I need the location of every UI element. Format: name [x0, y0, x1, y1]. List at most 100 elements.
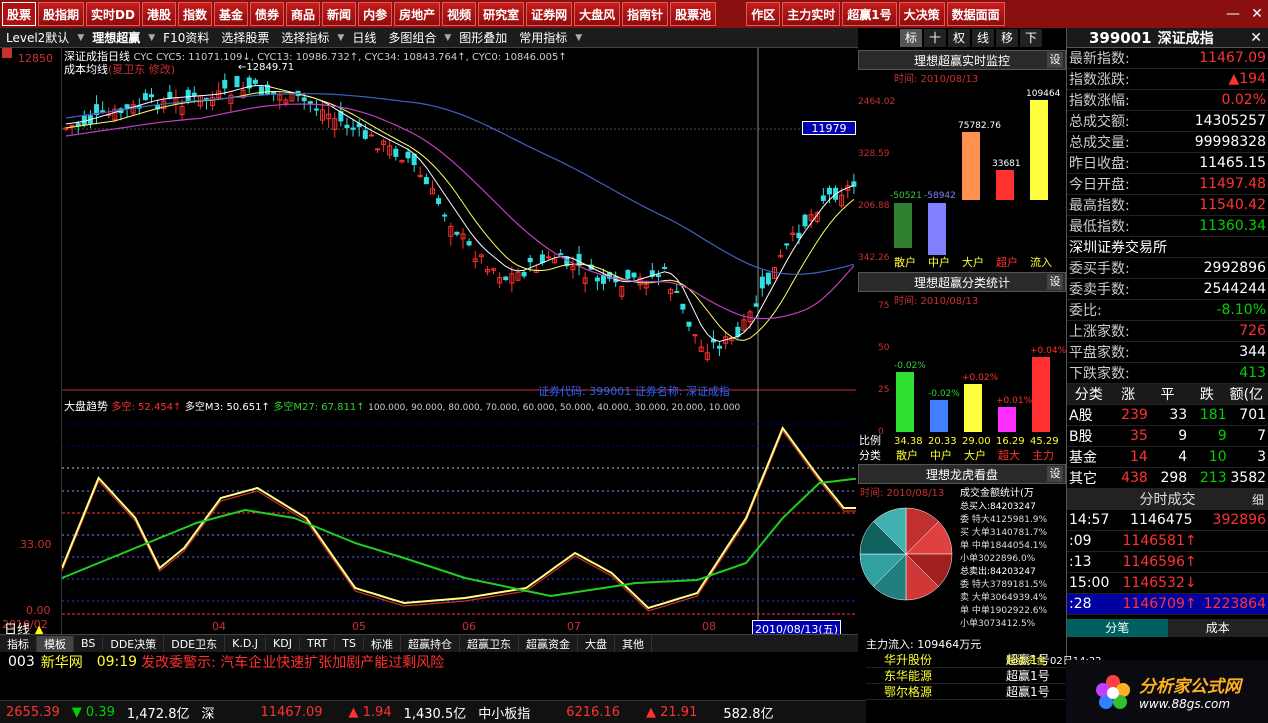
candle-body	[271, 91, 277, 95]
topbar-item-15[interactable]: 指南针	[622, 2, 669, 26]
right-tab-5[interactable]: 下	[1020, 29, 1042, 47]
quote-value: 726	[1239, 323, 1266, 339]
topbar-item-14[interactable]: 大盘风	[574, 2, 621, 26]
right-tab-2[interactable]: 权	[948, 29, 970, 47]
news-ticker[interactable]: 003 新华网 09:19 发改委警示: 汽车企业快速扩张加剧产能过剩风险	[0, 652, 866, 672]
toolbar-item-8[interactable]: 常用指标	[513, 29, 573, 46]
sme-change: ▲ 21.91	[646, 704, 698, 720]
monitor-value-2: 75782.76	[958, 121, 1001, 131]
main-chart[interactable]: 04 05 06 07 08	[62, 48, 858, 634]
candle-body	[759, 276, 765, 289]
classify-settings-button[interactable]: 设	[1047, 274, 1063, 290]
indicator-tab-12[interactable]: 超赢资金	[519, 635, 578, 652]
topbar-item-2[interactable]: 实时DD	[86, 2, 140, 26]
right-tab-0[interactable]: 标	[900, 29, 922, 47]
topbar-item-18[interactable]: 主力实时	[782, 2, 841, 26]
indicator-tab-8[interactable]: TS	[335, 637, 364, 650]
indicator-tab-9[interactable]: 标准	[364, 635, 401, 652]
classify-bar-0	[896, 372, 914, 432]
indicator-tab-5[interactable]: K.D.J	[225, 637, 267, 650]
indicator-tab-1[interactable]: 模板	[37, 635, 74, 652]
toolbar-item-4[interactable]: 选择指标	[275, 29, 335, 46]
topbar-item-17[interactable]: 作区	[746, 2, 781, 26]
quote-header: 399001 深证成指 ✕	[1067, 28, 1268, 48]
indicator-tab-10[interactable]: 超赢持仓	[401, 635, 460, 652]
indicator-tab-7[interactable]: TRT	[300, 637, 336, 650]
topbar-item-8[interactable]: 新闻	[322, 2, 357, 26]
ticks-detail-button[interactable]: 细	[1252, 491, 1264, 508]
news-headline[interactable]: 发改委警示: 汽车企业快速扩张加剧产能过剩风险	[137, 652, 444, 672]
topbar-item-11[interactable]: 视频	[442, 2, 477, 26]
table-cell: 其它	[1069, 471, 1097, 487]
dragon-row: 委 特大3789181.5%	[960, 580, 1048, 590]
indicator-tab-3[interactable]: DDE决策	[103, 635, 165, 652]
topbar-item-21[interactable]: 数据面面	[946, 2, 1005, 26]
indicator-tab-14[interactable]: 其他	[615, 635, 652, 652]
close-icon[interactable]: ✕	[1250, 30, 1262, 46]
classify-pct-4: +0.04%	[1030, 346, 1066, 356]
topbar-item-9[interactable]: 内参	[358, 2, 393, 26]
chevron-down-icon[interactable]: ▼	[146, 33, 157, 43]
toolbar-item-6[interactable]: 多图组合	[382, 29, 442, 46]
toolbar-item-5[interactable]: 日线	[346, 29, 382, 46]
toolbar-item-0[interactable]: Level2默认	[0, 29, 75, 46]
tick-price: 1146532↓	[1122, 575, 1197, 591]
toolbar-item-3[interactable]: 选择股票	[215, 29, 275, 46]
monitor-settings-button[interactable]: 设	[1047, 52, 1063, 68]
classify-left-2: 分类	[859, 448, 881, 462]
topbar-item-7[interactable]: 商品	[286, 2, 321, 26]
security-label: 证券代码: 399001 证券名称: 深证成指	[538, 385, 730, 398]
indicator-tab-2[interactable]: BS	[74, 637, 104, 650]
indicator-tab-4[interactable]: DDE卫东	[164, 635, 226, 652]
classify-chart: 7550250时间: 2010/08/13-0.02%34.38散户-0.02%…	[859, 294, 1066, 462]
candle-body	[442, 214, 448, 217]
indicator-tab-0[interactable]: 指标	[0, 635, 37, 652]
tick-row: :13 1146596↑	[1067, 552, 1268, 573]
tick-time: 14:57	[1069, 512, 1110, 528]
topbar-item-13[interactable]: 证券网	[526, 2, 573, 26]
chevron-down-icon[interactable]: ▼	[442, 33, 453, 43]
candle-body	[503, 276, 509, 281]
minimize-icon[interactable]: —	[1222, 3, 1244, 25]
chevron-down-icon[interactable]: ▼	[75, 33, 86, 43]
monitor-chart: 2464.02 328.59 206.88 342.26 时间: 2010/08/13 -…	[858, 72, 1061, 269]
topbar-item-20[interactable]: 大决策	[898, 2, 945, 26]
right-tab-3[interactable]: 线	[972, 29, 994, 47]
tab-ticks[interactable]: 分笔	[1067, 619, 1168, 637]
topbar-item-1[interactable]: 股指期	[38, 2, 85, 26]
topbar-item-0[interactable]: 股票	[2, 2, 37, 26]
quote-key: 昨日收盘:	[1069, 156, 1130, 172]
candle-body	[765, 272, 771, 285]
candle-body	[100, 110, 106, 113]
stock-list-item[interactable]: 东华能源 超赢1号	[866, 668, 1066, 684]
table-cell: 基金	[1069, 450, 1097, 466]
topbar-item-3[interactable]: 港股	[141, 2, 176, 26]
chevron-down-icon[interactable]: ▼	[573, 33, 584, 43]
quote-row: 下跌家数: 413	[1067, 363, 1268, 384]
toolbar-item-7[interactable]: 图形叠加	[453, 29, 513, 46]
topbar-item-19[interactable]: 超赢1号	[842, 2, 897, 26]
quote-row: 今日开盘: 11497.48	[1067, 174, 1268, 195]
dragon-settings-button[interactable]: 设	[1047, 466, 1063, 482]
topbar-item-5[interactable]: 基金	[214, 2, 249, 26]
classify-ratio-4: 45.29	[1030, 436, 1059, 447]
indicator-tab-6[interactable]: KDJ	[266, 637, 300, 650]
quote-row: 指数涨幅: 0.02%	[1067, 90, 1268, 111]
indicator-tab-13[interactable]: 大盘	[578, 635, 615, 652]
toolbar-item-2[interactable]: F10资料	[157, 29, 215, 46]
topbar-item-16[interactable]: 股票池	[670, 2, 717, 26]
chevron-down-icon[interactable]: ▼	[335, 33, 346, 43]
right-tab-1[interactable]: 十	[924, 29, 946, 47]
toolbar-item-1[interactable]: 理想超赢	[86, 29, 146, 46]
tab-cost[interactable]: 成本	[1167, 619, 1268, 637]
indicator-tab-11[interactable]: 超赢卫东	[460, 635, 519, 652]
topbar-item-12[interactable]: 研究室	[478, 2, 525, 26]
stock-list-item[interactable]: 鄂尔格源 超赢1号	[866, 684, 1066, 700]
topbar-item-6[interactable]: 债券	[250, 2, 285, 26]
close-window-icon[interactable]: ✕	[1246, 3, 1268, 25]
candle-body	[124, 104, 130, 109]
right-tab-4[interactable]: 移	[996, 29, 1018, 47]
topbar-item-10[interactable]: 房地产	[394, 2, 441, 26]
topbar-item-4[interactable]: 指数	[177, 2, 212, 26]
tick-row: :28 1146709↑ 1223864	[1067, 594, 1268, 615]
